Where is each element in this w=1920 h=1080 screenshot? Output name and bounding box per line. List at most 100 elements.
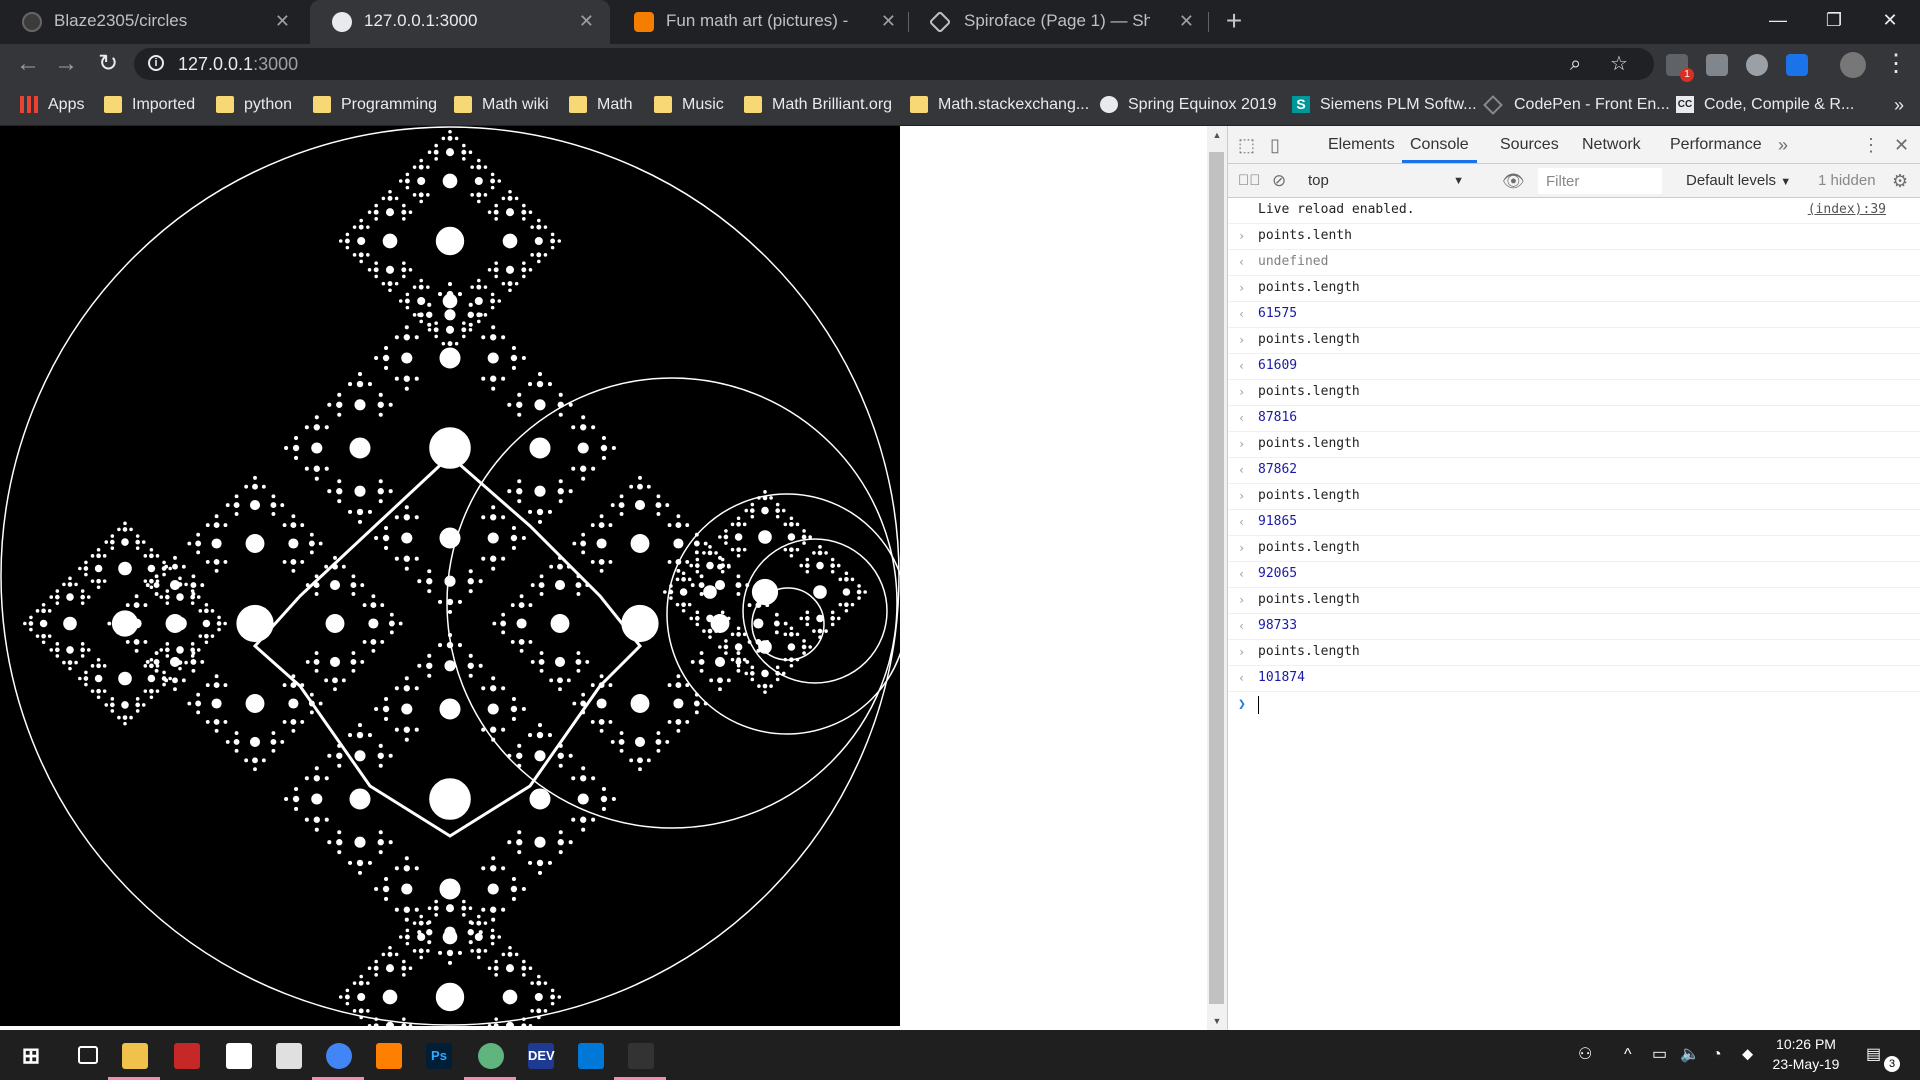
volume-icon[interactable]: 🔈: [1680, 1030, 1700, 1080]
zoom-icon[interactable]: ⌕: [1570, 48, 1581, 80]
close-window-button[interactable]: ✕: [1860, 0, 1920, 40]
console-output[interactable]: Live reload enabled. (index):39 › points.le…: [1228, 198, 1920, 718]
close-tab-icon[interactable]: ✕: [579, 0, 594, 42]
bookmarks-overflow-icon[interactable]: »: [1894, 84, 1904, 126]
profile-avatar[interactable]: [1840, 52, 1866, 78]
address-bar[interactable]: i 127.0.0.1:3000 ⌕ ☆: [134, 48, 1654, 80]
minimize-button[interactable]: —: [1748, 0, 1808, 40]
bookmark-math[interactable]: Math: [569, 84, 633, 126]
console-filter-input[interactable]: [1538, 168, 1662, 194]
dropbox-icon[interactable]: ⬥: [1742, 1030, 1753, 1080]
fractal-node: [378, 830, 383, 835]
fractal-node: [511, 545, 516, 551]
console-result-row[interactable]: ‹ undefined: [1228, 250, 1920, 276]
extension-icon-2[interactable]: [1706, 54, 1728, 76]
tray-overflow-icon[interactable]: ^: [1624, 1030, 1632, 1080]
wifi-icon[interactable]: ◔: [1712, 1030, 1722, 1080]
system-clock[interactable]: 10:26 PM 23-May-19: [1768, 1030, 1844, 1080]
device-toolbar-icon[interactable]: ▯: [1270, 126, 1280, 164]
fractal-node: [216, 621, 222, 626]
scroll-up-icon[interactable]: ▲: [1207, 126, 1227, 144]
bookmark-star-icon[interactable]: ☆: [1610, 48, 1628, 80]
console-source-link[interactable]: (index):39: [1808, 198, 1886, 222]
tab-blaze-circles[interactable]: Blaze2305/circles ✕: [0, 0, 306, 44]
bookmark-math-wiki[interactable]: Math wiki: [454, 84, 549, 126]
bookmark-siemens[interactable]: S Siemens PLM Softw...: [1292, 84, 1477, 126]
devtools-menu-icon[interactable]: ⋮: [1862, 126, 1880, 164]
console-result-row[interactable]: ‹ 87862: [1228, 458, 1920, 484]
bookmark-math-brilliant[interactable]: Math Brilliant.org: [744, 84, 892, 126]
site-info-icon[interactable]: i: [148, 55, 164, 71]
eye-icon[interactable]: 👁: [1502, 164, 1525, 198]
scrollbar-thumb[interactable]: [1209, 152, 1224, 1004]
console-input-row[interactable]: › points.length: [1228, 432, 1920, 458]
scroll-down-icon[interactable]: ▼: [1207, 1012, 1227, 1030]
extension-icon[interactable]: 1: [1666, 54, 1694, 82]
taskbar-gift-app[interactable]: [156, 1030, 216, 1080]
console-result-row[interactable]: ‹ 87816: [1228, 406, 1920, 432]
battery-icon[interactable]: ▭: [1652, 1030, 1667, 1080]
inspect-element-icon[interactable]: ⬚: [1238, 126, 1255, 164]
close-tab-icon[interactable]: ✕: [1179, 0, 1194, 42]
restore-button[interactable]: ❐: [1804, 0, 1864, 40]
taskbar-photoshop[interactable]: Ps: [408, 1030, 468, 1080]
new-tab-button[interactable]: +: [1218, 4, 1250, 38]
console-result-row[interactable]: ‹ 61575: [1228, 302, 1920, 328]
console-input-row[interactable]: › points.length: [1228, 328, 1920, 354]
console-result-row[interactable]: ‹ 91865: [1228, 510, 1920, 536]
extension-icon-4[interactable]: [1786, 54, 1808, 76]
extension-icon-3[interactable]: [1746, 54, 1768, 76]
start-button[interactable]: ⊞: [0, 1030, 60, 1080]
tab-console[interactable]: Console: [1402, 126, 1477, 163]
taskbar-misc-app[interactable]: [610, 1030, 670, 1080]
menu-icon[interactable]: ⋮: [1876, 44, 1916, 84]
close-tab-icon[interactable]: ✕: [275, 0, 290, 42]
tab-elements[interactable]: Elements: [1328, 126, 1395, 163]
tab-spiroface[interactable]: Spiroface (Page 1) — Sharing — ( ✕: [910, 0, 1210, 44]
console-result-row[interactable]: ‹ 101874: [1228, 666, 1920, 692]
more-tabs-icon[interactable]: »: [1778, 126, 1788, 164]
console-result-row[interactable]: ‹ 92065: [1228, 562, 1920, 588]
sidebar-toggle-icon[interactable]: ▸⃞: [1238, 164, 1261, 198]
console-input-row[interactable]: › points.length: [1228, 588, 1920, 614]
console-prompt[interactable]: ❯: [1228, 692, 1920, 718]
tab-sources[interactable]: Sources: [1500, 126, 1559, 163]
fractal-canvas[interactable]: [0, 126, 908, 1080]
log-levels-select[interactable]: Default levels ▼: [1686, 164, 1791, 199]
context-select[interactable]: top ▼: [1308, 168, 1464, 194]
bookmark-programming[interactable]: Programming: [313, 84, 437, 126]
bookmark-music[interactable]: Music: [654, 84, 724, 126]
tab-fun-math-art[interactable]: Fun math art (pictures) - benice e ✕: [612, 0, 912, 44]
close-tab-icon[interactable]: ✕: [881, 0, 896, 42]
console-result-row[interactable]: ‹ 98733: [1228, 614, 1920, 640]
console-input-row[interactable]: › points.length: [1228, 276, 1920, 302]
console-input-row[interactable]: › points.length: [1228, 484, 1920, 510]
fractal-node: [344, 238, 350, 244]
back-button[interactable]: ←: [8, 44, 48, 84]
page-scrollbar[interactable]: ▲ ▼: [1207, 126, 1227, 1030]
tab-performance[interactable]: Performance: [1670, 126, 1762, 163]
console-settings-icon[interactable]: ⚙: [1892, 164, 1908, 198]
bookmark-python[interactable]: python: [216, 84, 292, 126]
action-center-icon[interactable]: ▤ 3: [1866, 1030, 1906, 1080]
bookmark-imported[interactable]: Imported: [104, 84, 195, 126]
tab-network[interactable]: Network: [1582, 126, 1641, 163]
bookmark-apps[interactable]: Apps: [20, 84, 84, 126]
bookmark-spring-equinox[interactable]: Spring Equinox 2019: [1100, 84, 1277, 126]
people-icon[interactable]: ⚇: [1578, 1030, 1592, 1080]
console-log-row[interactable]: Live reload enabled. (index):39: [1228, 198, 1920, 224]
clear-console-icon[interactable]: ⊘: [1272, 164, 1286, 198]
bookmark-math-stackexchange[interactable]: Math.stackexchang...: [910, 84, 1089, 126]
forward-button[interactable]: →: [46, 44, 86, 84]
console-result-row[interactable]: ‹ 61609: [1228, 354, 1920, 380]
console-input-row[interactable]: › points.lenth: [1228, 224, 1920, 250]
console-input-row[interactable]: › points.length: [1228, 536, 1920, 562]
bookmark-codepen[interactable]: CodePen - Front En...: [1483, 84, 1670, 126]
tab-localhost[interactable]: 127.0.0.1:3000 ✕: [310, 0, 610, 44]
console-input-row[interactable]: › points.length: [1228, 380, 1920, 406]
close-devtools-icon[interactable]: ✕: [1894, 126, 1909, 164]
taskbar-file-explorer[interactable]: [104, 1030, 164, 1080]
console-input-row[interactable]: › points.length: [1228, 640, 1920, 666]
bookmark-code-compile[interactable]: CC Code, Compile & R...: [1676, 84, 1854, 126]
reload-button[interactable]: ↻: [88, 44, 128, 84]
